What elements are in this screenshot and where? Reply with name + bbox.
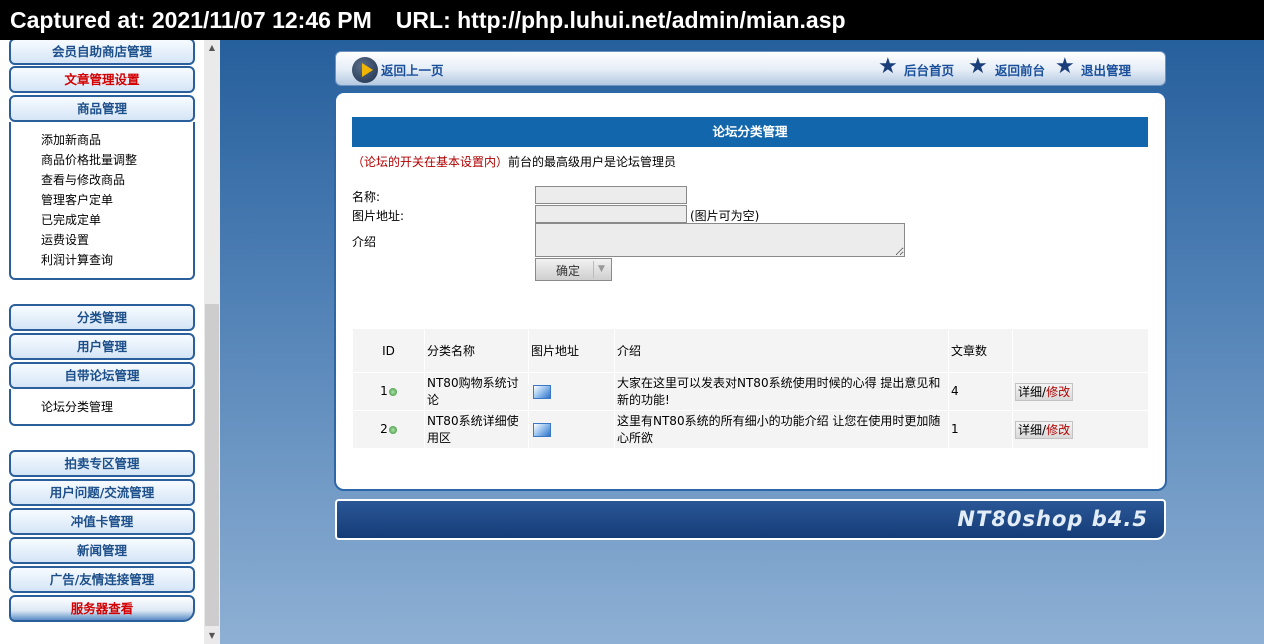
product-submenu: 添加新商品 商品价格批量调整 查看与修改商品 管理客户定单 已完成定单 运费设置… [9,122,195,280]
top-nav-bar: 返回上一页 ★ 后台首页 ★ 返回前台 ★ 退出管理 [335,51,1166,86]
submit-button[interactable]: 确定 ▼ [535,258,612,281]
image-hint: (图片可为空) [690,209,760,223]
row-count: 4 [948,372,1013,411]
header-actions [1012,328,1149,373]
detail-link[interactable]: 详细 [1018,423,1042,437]
name-label: 名称: [352,190,381,204]
menu-forum-management[interactable]: 自带论坛管理 [9,362,195,389]
intro-label: 介绍 [352,235,377,249]
scroll-thumb[interactable] [205,304,219,626]
notice-rest: 前台的最高级用户是论坛管理员 [508,155,677,169]
menu-news[interactable]: 新闻管理 [9,537,195,564]
page-title: 论坛分类管理 [352,117,1148,147]
image-icon [533,422,551,437]
submenu-shipping-settings[interactable]: 运费设置 [41,230,193,250]
row-name: NT80系统详细使用区 [424,410,529,449]
image-icon [533,384,551,399]
submenu-profit-query[interactable]: 利润计算查询 [41,250,193,270]
submenu-batch-price[interactable]: 商品价格批量调整 [41,150,193,170]
submenu-forum-category[interactable]: 论坛分类管理 [41,397,193,417]
chevron-down-icon: ▼ [593,261,609,278]
left-menu-frame: 会员自助商店管理 文章管理设置 商品管理 添加新商品 商品价格批量调整 查看与修… [0,40,204,644]
image-input[interactable] [535,205,687,223]
submenu-view-edit-product[interactable]: 查看与修改商品 [41,170,193,190]
image-label: 图片地址: [352,209,405,223]
table-row: 1 NT80购物系统讨论 大家在这里可以发表对NT80系统使用时候的心得 提出意… [352,372,1149,411]
submit-label: 确定 [556,264,581,278]
row-actions: 详细/修改 [1012,372,1149,411]
menu-server-info[interactable]: 服务器查看 [9,595,195,622]
detail-edit-button[interactable]: 详细/修改 [1015,382,1074,401]
row-image [528,372,615,411]
green-dot-icon [388,387,397,396]
capture-url: URL: http://php.luhui.net/admin/mian.asp [395,7,846,33]
logout-link[interactable]: 退出管理 [1081,60,1131,79]
left-frame-scrollbar[interactable]: ▲ ▼ [204,40,220,644]
menu-member-shop[interactable]: 会员自助商店管理 [9,40,195,65]
detail-link[interactable]: 详细 [1018,385,1042,399]
submenu-add-product[interactable]: 添加新商品 [41,130,193,150]
notice-red: （论坛的开关在基本设置内） [352,155,509,169]
menu-article-settings[interactable]: 文章管理设置 [9,66,195,93]
row-actions: 详细/修改 [1012,410,1149,449]
intro-textarea[interactable] [535,223,905,257]
notice-text: （论坛的开关在基本设置内）前台的最高级用户是论坛管理员 [352,153,676,170]
star-icon: ★ [968,54,988,79]
capture-timestamp: Captured at: 2021/11/07 12:46 PM [10,7,372,33]
row-id-value: 2 [380,422,388,436]
row-name: NT80购物系统讨论 [424,372,529,411]
row-id: 1 [352,372,425,411]
menu-auction[interactable]: 拍卖专区管理 [9,450,195,477]
header-count: 文章数 [948,328,1013,373]
table-header-row: ID 分类名称 图片地址 介绍 文章数 [352,328,1149,373]
header-image: 图片地址 [528,328,615,373]
table-row: 2 NT80系统详细使用区 这里有NT80系统的所有细小的功能介绍 让您在使用时… [352,410,1149,449]
category-table: ID 分类名称 图片地址 介绍 文章数 1 NT80购物系统讨论 大家在这里可以… [352,328,1149,449]
back-link[interactable]: 返回上一页 [381,60,444,79]
menu-recharge-card[interactable]: 冲值卡管理 [9,508,195,535]
footer-banner: NT80shop b4.5 [335,499,1166,540]
row-id: 2 [352,410,425,449]
scroll-down-icon[interactable]: ▼ [204,628,220,644]
header-id: ID [352,328,425,373]
submenu-customer-orders[interactable]: 管理客户定单 [41,190,193,210]
forum-submenu: 论坛分类管理 [9,389,195,426]
menu-ads-links[interactable]: 广告/友情连接管理 [9,566,195,593]
detail-edit-button[interactable]: 详细/修改 [1015,420,1074,439]
edit-link[interactable]: 修改 [1046,423,1070,437]
star-icon: ★ [878,54,898,79]
admin-home-link[interactable]: 后台首页 [904,60,954,79]
menu-category-management[interactable]: 分类管理 [9,304,195,331]
scroll-up-icon[interactable]: ▲ [204,40,220,56]
row-count: 1 [948,410,1013,449]
edit-link[interactable]: 修改 [1046,385,1070,399]
star-icon: ★ [1055,54,1075,79]
front-link[interactable]: 返回前台 [995,60,1045,79]
menu-user-questions[interactable]: 用户问题/交流管理 [9,479,195,506]
menu-user-management[interactable]: 用户管理 [9,333,195,360]
green-dot-icon [388,425,397,434]
row-id-value: 1 [380,384,388,398]
header-intro: 介绍 [614,328,949,373]
name-input[interactable] [535,186,687,204]
row-intro: 大家在这里可以发表对NT80系统使用时候的心得 提出意见和新的功能! [614,372,949,411]
row-intro: 这里有NT80系统的所有细小的功能介绍 让您在使用时更加随心所欲 [614,410,949,449]
capture-caption-bar: Captured at: 2021/11/07 12:46 PM URL: htt… [0,0,1264,40]
menu-product-management[interactable]: 商品管理 [9,95,195,122]
brand-logo: NT80shop b4.5 [957,507,1148,531]
row-image [528,410,615,449]
play-circle-icon[interactable] [352,57,378,83]
submenu-completed-orders[interactable]: 已完成定单 [41,210,193,230]
header-name: 分类名称 [424,328,529,373]
